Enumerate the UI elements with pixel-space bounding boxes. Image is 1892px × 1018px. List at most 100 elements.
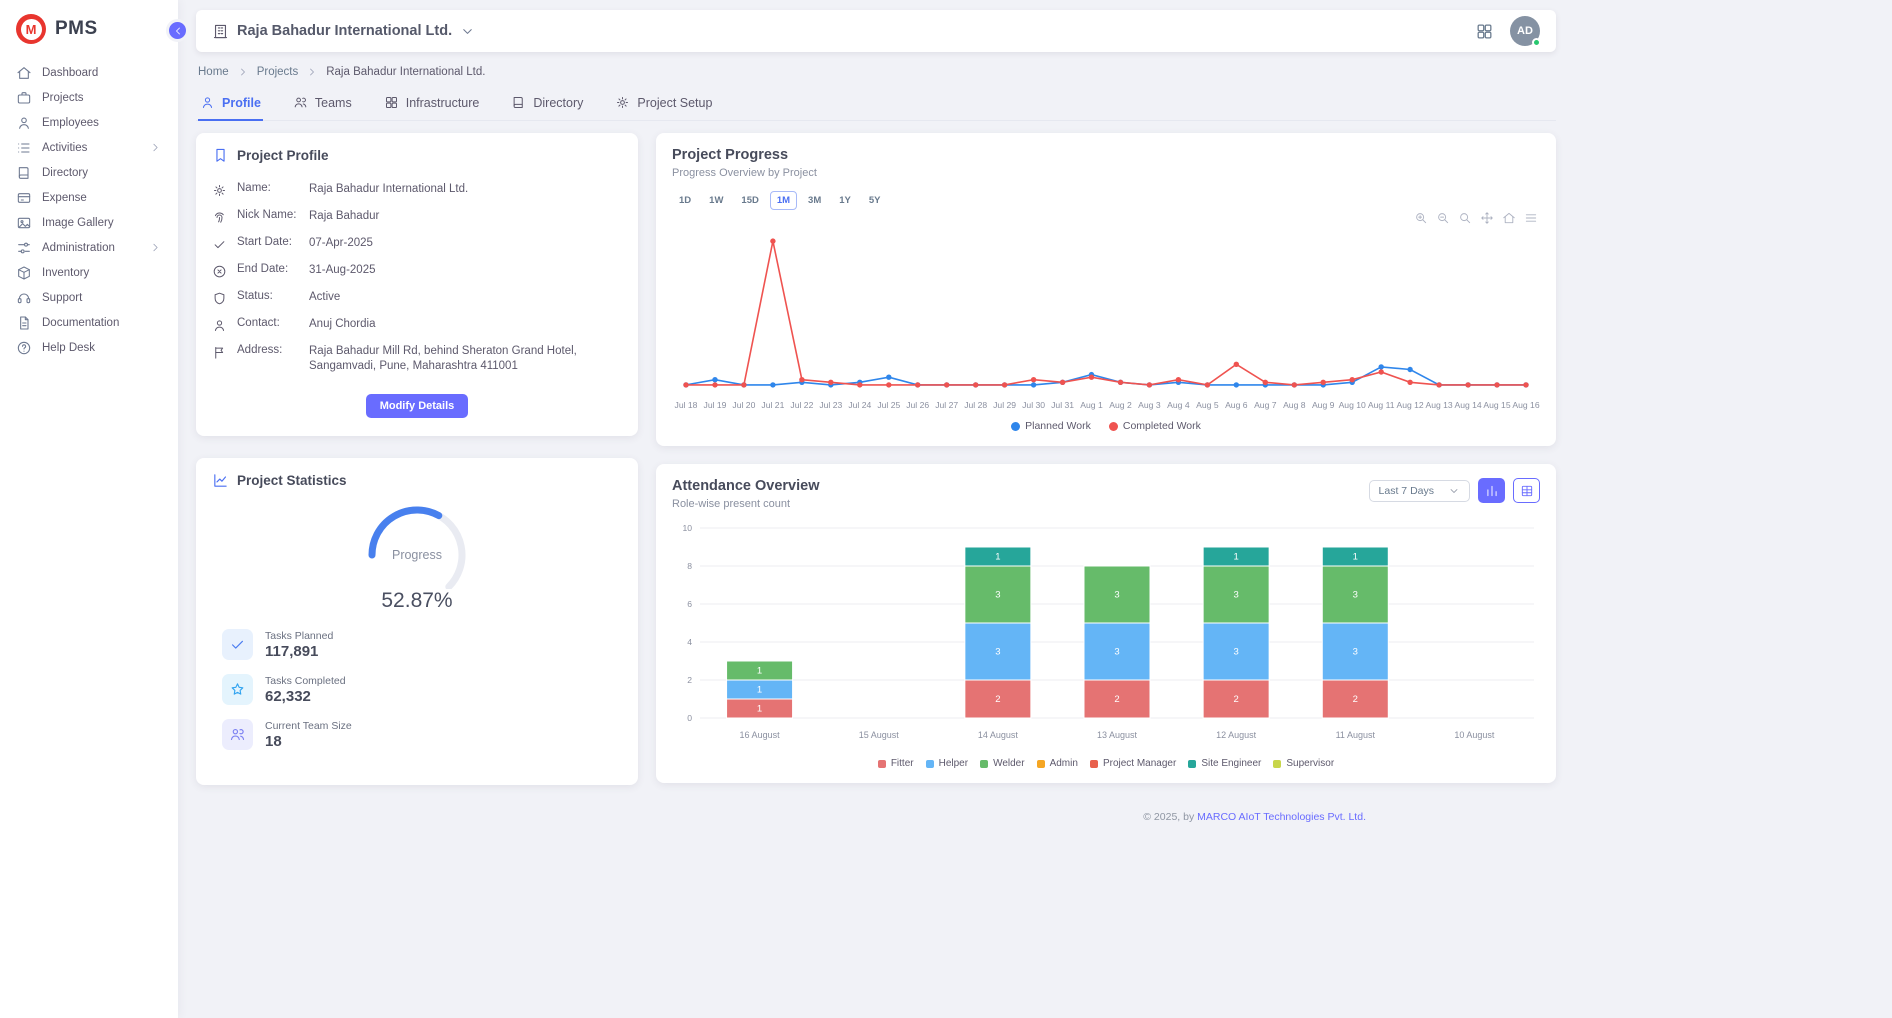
top-header: Raja Bahadur International Ltd. AD — [196, 10, 1556, 52]
field-label: End Date: — [237, 263, 299, 275]
range-15d[interactable]: 15D — [734, 191, 765, 210]
pan-icon[interactable] — [1480, 211, 1494, 225]
profile-field-status: Status:Active — [212, 284, 622, 311]
date-filter-select[interactable]: Last 7 Days — [1369, 480, 1470, 502]
legend-item-admin[interactable]: Admin — [1037, 758, 1078, 769]
svg-text:Jul 28: Jul 28 — [964, 400, 987, 410]
stat-label: Current Team Size — [265, 720, 352, 732]
breadcrumb-item-projects[interactable]: Projects — [257, 66, 299, 78]
tab-infrastructure[interactable]: Infrastructure — [382, 86, 482, 121]
grid-icon — [384, 95, 399, 110]
support-icon — [16, 290, 32, 306]
book-icon — [511, 95, 526, 110]
projects-icon — [16, 90, 32, 106]
svg-text:10: 10 — [682, 523, 692, 533]
modify-details-button[interactable]: Modify Details — [366, 394, 469, 418]
field-label: Name: — [237, 182, 299, 194]
svg-text:Jul 26: Jul 26 — [906, 400, 929, 410]
sidebar-item-label: Expense — [42, 190, 87, 206]
home-icon[interactable] — [1502, 211, 1516, 225]
legend-item-welder[interactable]: Welder — [980, 758, 1025, 769]
range-1d[interactable]: 1D — [672, 191, 698, 210]
user-avatar[interactable]: AD — [1510, 16, 1540, 46]
zoom-in-icon[interactable] — [1414, 211, 1428, 225]
svg-text:Jul 27: Jul 27 — [935, 400, 958, 410]
stat-current-team-size: Current Team Size18 — [222, 719, 622, 750]
sidebar-item-label: Help Desk — [42, 340, 95, 356]
apps-grid-icon[interactable] — [1475, 22, 1494, 41]
sidebar-item-label: Administration — [42, 240, 115, 256]
sidebar-item-label: Projects — [42, 90, 84, 106]
project-statistics-title: Project Statistics — [212, 472, 622, 489]
legend-swatch — [878, 760, 886, 768]
svg-text:Aug 13: Aug 13 — [1425, 400, 1452, 410]
bar-view-toggle[interactable] — [1478, 478, 1505, 503]
legend-item-project-manager[interactable]: Project Manager — [1090, 758, 1176, 769]
sidebar-item-help-desk[interactable]: Help Desk — [0, 335, 178, 360]
tab-directory[interactable]: Directory — [509, 86, 585, 121]
footer-company-link[interactable]: MARCO AIoT Technologies Pvt. Ltd. — [1197, 811, 1366, 823]
legend-item-completed-work[interactable]: Completed Work — [1109, 420, 1201, 432]
legend-label: Project Manager — [1103, 758, 1176, 769]
field-label: Address: — [237, 344, 299, 356]
bookmark-icon — [212, 147, 229, 164]
tab-profile[interactable]: Profile — [198, 86, 263, 121]
svg-text:3: 3 — [1114, 647, 1119, 658]
sidebar-item-administration[interactable]: Administration — [0, 235, 178, 260]
project-progress-title: Project Progress — [672, 147, 1540, 163]
sidebar-item-directory[interactable]: Directory — [0, 160, 178, 185]
legend-item-fitter[interactable]: Fitter — [878, 758, 914, 769]
range-3m[interactable]: 3M — [801, 191, 828, 210]
sidebar-collapse-button[interactable] — [166, 19, 189, 42]
tab-label: Profile — [222, 96, 261, 110]
range-1w[interactable]: 1W — [702, 191, 730, 210]
chevron-right-icon — [149, 141, 162, 154]
legend-item-site-engineer[interactable]: Site Engineer — [1188, 758, 1261, 769]
tab-bar: Profile Teams Infrastructure Directory Proje… — [196, 86, 1556, 121]
svg-text:2: 2 — [687, 675, 692, 685]
sidebar-item-activities[interactable]: Activities — [0, 135, 178, 160]
stat-tasks-planned: Tasks Planned117,891 — [222, 629, 622, 660]
svg-text:2: 2 — [1114, 694, 1119, 705]
gear-icon — [615, 95, 630, 110]
legend-label: Completed Work — [1123, 420, 1201, 432]
svg-text:12 August: 12 August — [1216, 730, 1257, 740]
stat-value: 117,891 — [265, 643, 333, 660]
sidebar-item-dashboard[interactable]: Dashboard — [0, 60, 178, 85]
svg-text:Aug 12: Aug 12 — [1396, 400, 1423, 410]
sidebar-item-inventory[interactable]: Inventory — [0, 260, 178, 285]
company-selector[interactable]: Raja Bahadur International Ltd. — [212, 23, 475, 40]
sidebar-item-projects[interactable]: Projects — [0, 85, 178, 110]
tab-teams[interactable]: Teams — [291, 86, 354, 121]
range-1m[interactable]: 1M — [770, 191, 797, 210]
sidebar-item-employees[interactable]: Employees — [0, 110, 178, 135]
legend-item-planned-work[interactable]: Planned Work — [1011, 420, 1091, 432]
sidebar-item-image-gallery[interactable]: Image Gallery — [0, 210, 178, 235]
tab-label: Teams — [315, 96, 352, 110]
sidebar: M PMS Dashboard Projects EmployeesActiviti… — [0, 0, 178, 1018]
magnifier-icon[interactable] — [1458, 211, 1472, 225]
range-1y[interactable]: 1Y — [832, 191, 858, 210]
menu-icon[interactable] — [1524, 211, 1538, 225]
range-5y[interactable]: 5Y — [862, 191, 888, 210]
legend-item-supervisor[interactable]: Supervisor — [1273, 758, 1334, 769]
online-status-dot — [1532, 38, 1541, 47]
profile-field-contact: Contact:Anuj Chordia — [212, 311, 622, 338]
employees-icon — [16, 115, 32, 131]
sidebar-item-expense[interactable]: Expense — [0, 185, 178, 210]
breadcrumb-item-raja-bahadur-international-ltd: Raja Bahadur International Ltd. — [326, 66, 485, 78]
attendance-subtitle: Role-wise present count — [672, 498, 819, 510]
sidebar-item-documentation[interactable]: Documentation — [0, 310, 178, 335]
table-view-toggle[interactable] — [1513, 478, 1540, 503]
sidebar-item-support[interactable]: Support — [0, 285, 178, 310]
project-profile-card: Project Profile Name:Raja Bahadur Intern… — [196, 133, 638, 436]
legend-item-helper[interactable]: Helper — [926, 758, 968, 769]
legend-label: Helper — [939, 758, 968, 769]
tab-project-setup[interactable]: Project Setup — [613, 86, 714, 121]
field-value: Raja Bahadur Mill Rd, behind Sheraton Gr… — [309, 344, 622, 375]
breadcrumb-item-home[interactable]: Home — [198, 66, 229, 78]
brand: M PMS — [0, 0, 178, 58]
zoom-out-icon[interactable] — [1436, 211, 1450, 225]
svg-text:Aug 11: Aug 11 — [1368, 400, 1395, 410]
tab-label: Directory — [533, 96, 583, 110]
